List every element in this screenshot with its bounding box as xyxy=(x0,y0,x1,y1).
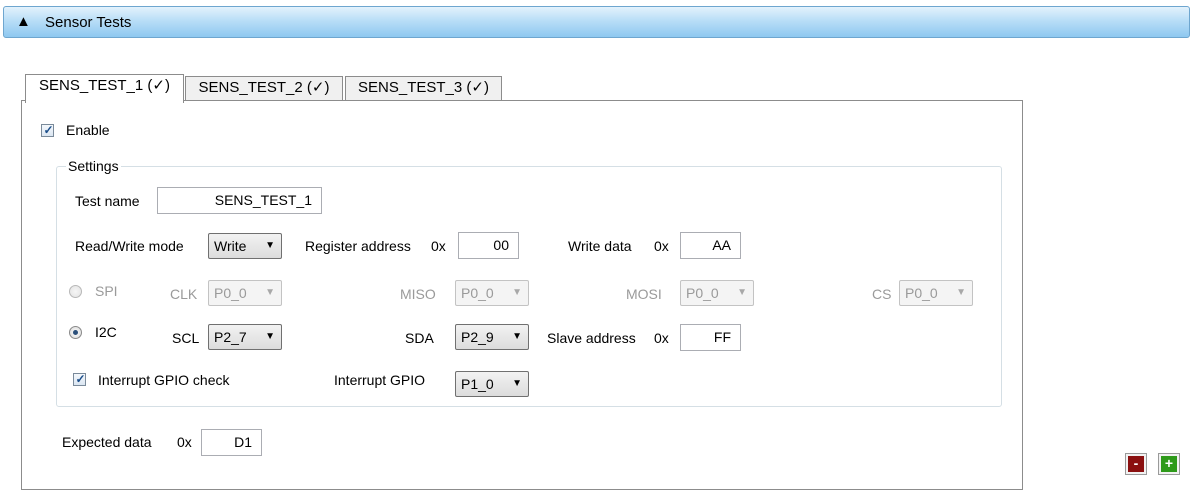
slave-address-prefix: 0x xyxy=(654,330,669,346)
chevron-down-icon: ▼ xyxy=(265,331,275,342)
rw-mode-select[interactable]: Write ▼ xyxy=(208,233,282,259)
cs-label: CS xyxy=(872,286,892,302)
register-address-input[interactable]: 00 xyxy=(458,232,519,259)
spi-label: SPI xyxy=(95,283,118,299)
chevron-down-icon: ▼ xyxy=(512,287,522,298)
write-data-prefix: 0x xyxy=(654,238,669,254)
write-data-label: Write data xyxy=(568,238,632,254)
spi-radio[interactable] xyxy=(69,285,82,298)
tab-sens-test-1[interactable]: SENS_TEST_1 (✓) xyxy=(25,74,184,103)
mosi-select[interactable]: P0_0 ▼ xyxy=(680,280,754,306)
expected-data-input[interactable]: D1 xyxy=(201,429,262,456)
sda-value: P2_9 xyxy=(461,329,494,345)
add-test-button[interactable]: + xyxy=(1158,453,1180,475)
clk-select[interactable]: P0_0 ▼ xyxy=(208,280,282,306)
slave-address-input[interactable]: FF xyxy=(680,324,741,351)
miso-select[interactable]: P0_0 ▼ xyxy=(455,280,529,306)
settings-legend: Settings xyxy=(66,158,121,174)
expected-data-label: Expected data xyxy=(62,434,152,450)
interrupt-gpio-label: Interrupt GPIO xyxy=(334,372,426,388)
slave-address-label: Slave address xyxy=(547,330,636,346)
scl-label: SCL xyxy=(172,330,200,346)
checkmark-icon: ✓ xyxy=(43,123,54,137)
clk-value: P0_0 xyxy=(214,285,247,301)
test-name-label: Test name xyxy=(75,193,140,209)
chevron-down-icon: ▼ xyxy=(512,378,522,389)
chevron-down-icon: ▼ xyxy=(265,240,275,251)
i2c-label: I2C xyxy=(95,324,117,340)
register-address-prefix: 0x xyxy=(431,238,446,254)
rw-mode-label: Read/Write mode xyxy=(75,238,184,254)
scl-select[interactable]: P2_7 ▼ xyxy=(208,324,282,350)
collapse-triangle-icon[interactable]: ▲ xyxy=(16,13,31,31)
chevron-down-icon: ▼ xyxy=(512,331,522,342)
test-name-input[interactable]: SENS_TEST_1 xyxy=(157,187,322,214)
radio-dot-icon xyxy=(73,330,78,335)
remove-test-button[interactable]: - xyxy=(1125,453,1147,475)
mosi-label: MOSI xyxy=(626,286,662,302)
cs-select[interactable]: P0_0 ▼ xyxy=(899,280,973,306)
expected-data-prefix: 0x xyxy=(177,434,192,450)
scl-value: P2_7 xyxy=(214,329,247,345)
i2c-radio[interactable] xyxy=(69,326,82,339)
plus-icon: + xyxy=(1161,456,1177,472)
clk-label: CLK xyxy=(170,286,198,302)
chevron-down-icon: ▼ xyxy=(265,287,275,298)
register-address-label: Register address xyxy=(305,238,411,254)
minus-icon: - xyxy=(1128,456,1144,472)
rw-mode-value: Write xyxy=(214,238,247,254)
enable-label: Enable xyxy=(66,122,110,138)
checkmark-icon: ✓ xyxy=(75,372,86,386)
interrupt-check-label: Interrupt GPIO check xyxy=(98,372,230,388)
interrupt-gpio-select[interactable]: P1_0 ▼ xyxy=(455,371,529,397)
cs-value: P0_0 xyxy=(905,285,938,301)
interrupt-check-checkbox[interactable]: ✓ xyxy=(73,372,86,386)
miso-value: P0_0 xyxy=(461,285,494,301)
mosi-value: P0_0 xyxy=(686,285,719,301)
miso-label: MISO xyxy=(400,286,436,302)
interrupt-gpio-value: P1_0 xyxy=(461,376,494,392)
tab-sens-test-3[interactable]: SENS_TEST_3 (✓) xyxy=(345,76,502,100)
write-data-input[interactable]: AA xyxy=(680,232,741,259)
sda-label: SDA xyxy=(405,330,434,346)
section-title: Sensor Tests xyxy=(45,14,132,31)
sda-select[interactable]: P2_9 ▼ xyxy=(455,324,529,350)
chevron-down-icon: ▼ xyxy=(956,287,966,298)
enable-checkbox[interactable]: ✓ xyxy=(41,123,54,137)
sensor-tests-header[interactable]: ▲ Sensor Tests xyxy=(3,6,1190,38)
tab-sens-test-2[interactable]: SENS_TEST_2 (✓) xyxy=(185,76,343,100)
chevron-down-icon: ▼ xyxy=(737,287,747,298)
